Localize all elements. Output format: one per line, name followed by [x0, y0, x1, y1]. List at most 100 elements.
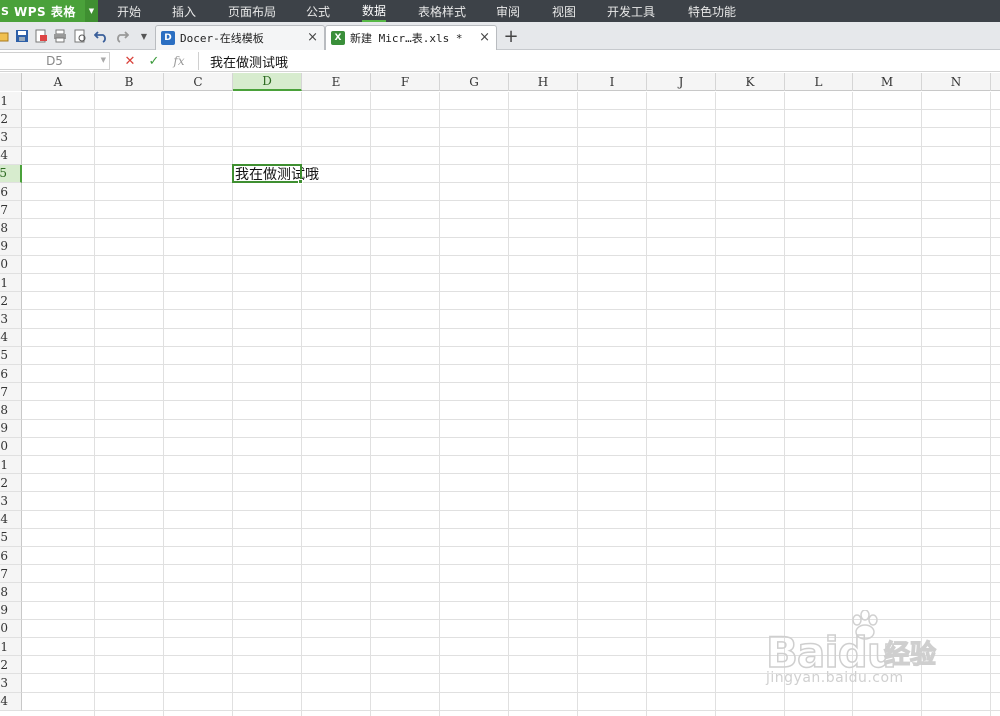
- grid-column-line: [439, 92, 440, 716]
- row-header-30[interactable]: 30: [0, 619, 22, 638]
- menu-tab-6[interactable]: 审阅: [496, 0, 520, 22]
- redo-icon[interactable]: [114, 28, 130, 44]
- grid-column-line: [163, 92, 164, 716]
- tab-label: Docer-在线模板: [180, 32, 264, 45]
- column-header-H[interactable]: H: [509, 73, 578, 91]
- grid-row-line: [22, 491, 1000, 493]
- column-header-F[interactable]: F: [371, 73, 440, 91]
- row-header-4[interactable]: 4: [0, 146, 22, 165]
- row-header-24[interactable]: 24: [0, 510, 22, 529]
- print-icon[interactable]: [52, 28, 68, 44]
- row-header-23[interactable]: 23: [0, 492, 22, 511]
- print-preview-icon[interactable]: [72, 28, 88, 44]
- grid-row-line: [22, 345, 1000, 347]
- export-icon[interactable]: [33, 28, 49, 44]
- grid-column-line: [646, 92, 647, 716]
- formula-input[interactable]: 我在做测试哦: [198, 52, 1000, 71]
- row-header-13[interactable]: 13: [0, 310, 22, 329]
- grid-column-line: [990, 92, 991, 716]
- tab-workbook[interactable]: X 新建 Micr…表.xls * ×: [325, 25, 497, 50]
- menu-tab-1[interactable]: 插入: [172, 0, 196, 22]
- row-header-2[interactable]: 2: [0, 110, 22, 129]
- grid-row-line: [22, 364, 1000, 365]
- menu-tab-9[interactable]: 特色功能: [688, 0, 736, 22]
- column-header-G[interactable]: G: [440, 73, 509, 91]
- menu-tab-0[interactable]: 开始: [117, 0, 141, 22]
- column-header-B[interactable]: B: [95, 73, 164, 91]
- row-header-31[interactable]: 31: [0, 638, 22, 657]
- column-header-A[interactable]: A: [22, 73, 95, 91]
- close-icon[interactable]: ×: [307, 30, 318, 45]
- row-header-5[interactable]: 5: [0, 164, 22, 183]
- row-header-1[interactable]: 1: [0, 92, 22, 111]
- fill-handle[interactable]: [298, 178, 303, 184]
- column-header-J[interactable]: J: [647, 73, 716, 91]
- baidu-jingyan-watermark: Baidu 经验 jingyan.baidu.com: [765, 610, 966, 700]
- grid-row-line: [22, 182, 1000, 183]
- chevron-down-icon[interactable]: ▼: [85, 0, 98, 22]
- menu-tab-4[interactable]: 数据: [362, 0, 387, 22]
- grid-row-line: [22, 473, 1000, 475]
- active-cell-selection[interactable]: [232, 163, 303, 184]
- row-header-14[interactable]: 14: [0, 328, 22, 347]
- row-header-7[interactable]: 7: [0, 201, 22, 220]
- close-icon[interactable]: ×: [479, 30, 490, 45]
- column-header-L[interactable]: L: [785, 73, 853, 91]
- row-header-33[interactable]: 33: [0, 674, 22, 693]
- menu-tab-8[interactable]: 开发工具: [607, 0, 655, 22]
- row-header-19[interactable]: 19: [0, 419, 22, 438]
- customize-toolbar-icon[interactable]: ▼: [136, 28, 152, 44]
- select-all-corner[interactable]: [0, 73, 22, 91]
- row-header-18[interactable]: 18: [0, 401, 22, 420]
- row-header-6[interactable]: 6: [0, 183, 22, 202]
- row-header-9[interactable]: 9: [0, 237, 22, 256]
- row-header-26[interactable]: 26: [0, 547, 22, 566]
- row-header-10[interactable]: 10: [0, 255, 22, 274]
- grid-row-line: [22, 127, 1000, 129]
- row-header-34[interactable]: 34: [0, 692, 22, 711]
- row-header-28[interactable]: 28: [0, 583, 22, 602]
- row-header-11[interactable]: 11: [0, 274, 22, 293]
- row-header-32[interactable]: 32: [0, 656, 22, 675]
- row-header-12[interactable]: 12: [0, 292, 22, 311]
- menu-tab-7[interactable]: 视图: [552, 0, 576, 22]
- grid-column-line: [232, 92, 233, 716]
- column-header-M[interactable]: M: [853, 73, 922, 91]
- app-menu-button[interactable]: S WPS 表格 ▼: [0, 0, 98, 22]
- row-header-25[interactable]: 25: [0, 528, 22, 547]
- grid-row-line: [22, 436, 1000, 438]
- cancel-button[interactable]: ✕: [122, 52, 138, 70]
- column-header-E[interactable]: E: [302, 73, 371, 91]
- chevron-down-icon[interactable]: ▼: [101, 56, 106, 64]
- row-header-27[interactable]: 27: [0, 565, 22, 584]
- confirm-button[interactable]: ✓: [146, 52, 162, 70]
- row-header-17[interactable]: 17: [0, 383, 22, 402]
- grid-row-line: [22, 309, 1000, 311]
- new-tab-button[interactable]: +: [502, 26, 520, 47]
- row-header-29[interactable]: 29: [0, 601, 22, 620]
- undo-icon[interactable]: [93, 28, 109, 44]
- name-box[interactable]: D5 ▼: [0, 52, 110, 70]
- tab-docer[interactable]: D Docer-在线模板 ×: [155, 25, 325, 50]
- menu-tab-2[interactable]: 页面布局: [228, 0, 276, 22]
- name-box-value: D5: [46, 54, 63, 68]
- open-icon[interactable]: [0, 28, 12, 44]
- column-header-D[interactable]: D: [233, 73, 302, 91]
- row-header-16[interactable]: 16: [0, 365, 22, 384]
- row-header-3[interactable]: 3: [0, 128, 22, 147]
- row-header-21[interactable]: 21: [0, 456, 22, 475]
- row-header-22[interactable]: 22: [0, 474, 22, 493]
- menu-tab-5[interactable]: 表格样式: [418, 0, 466, 22]
- grid-column-line: [715, 92, 716, 716]
- column-header-K[interactable]: K: [716, 73, 785, 91]
- column-header-I[interactable]: I: [578, 73, 647, 91]
- row-header-15[interactable]: 15: [0, 346, 22, 365]
- menu-tab-3[interactable]: 公式: [306, 0, 330, 22]
- row-header-20[interactable]: 20: [0, 437, 22, 456]
- row-header-8[interactable]: 8: [0, 219, 22, 238]
- column-header-C[interactable]: C: [164, 73, 233, 91]
- save-icon[interactable]: [14, 28, 30, 44]
- insert-function-button[interactable]: fx: [170, 52, 188, 70]
- column-header-N[interactable]: N: [922, 73, 991, 91]
- grid-column-line: [301, 92, 302, 716]
